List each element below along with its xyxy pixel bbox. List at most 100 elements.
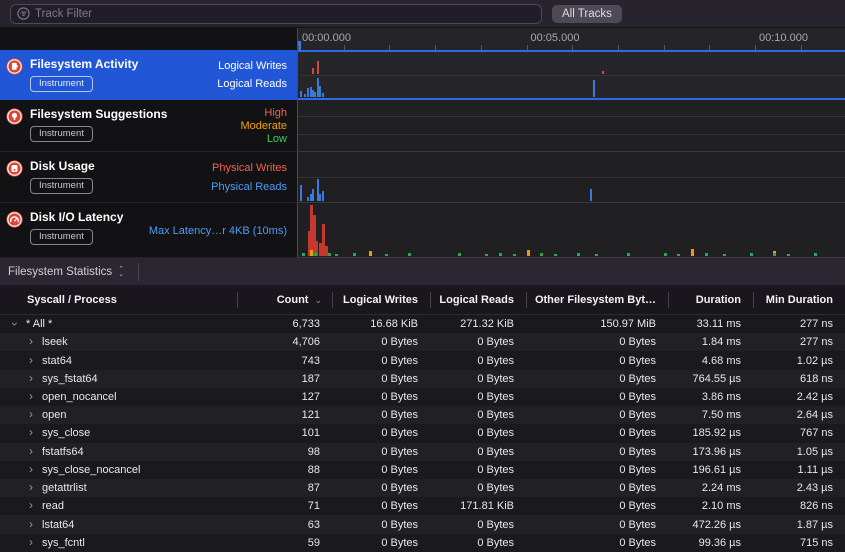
disclosure-collapsed-icon[interactable]: ›	[26, 408, 36, 421]
track-lane[interactable]	[298, 50, 845, 100]
spike	[677, 254, 680, 256]
table-row[interactable]: › sys_close_nocancel880 Bytes0 Bytes0 By…	[0, 461, 845, 479]
spike	[335, 254, 338, 256]
timeline-ruler[interactable]: 00:00.00000:05.00000:10.000	[298, 28, 845, 50]
syscall-name: read	[36, 500, 64, 512]
cell-min-duration: 618 ns	[753, 373, 845, 385]
track-title: Disk I/O Latency	[30, 210, 149, 224]
cell-logical-reads: 0 Bytes	[430, 464, 526, 476]
spike	[385, 254, 388, 256]
syscall-name: sys_fcntl	[36, 537, 85, 549]
column-header-duration[interactable]: Duration	[668, 292, 753, 308]
column-header-logical-writes[interactable]: Logical Writes	[332, 292, 430, 308]
cell-min-duration: 826 ns	[753, 500, 845, 512]
track-header-disk-usage[interactable]: Disk UsageInstrumentPhysical WritesPhysi…	[0, 152, 298, 203]
spike	[499, 253, 502, 256]
table-row[interactable]: › sys_fcntl590 Bytes0 Bytes0 Bytes99.36 …	[0, 534, 845, 552]
cell-duration: 1.84 ms	[668, 336, 753, 348]
cell-duration: 2.24 ms	[668, 482, 753, 494]
table-row[interactable]: › lseek4,7060 Bytes0 Bytes0 Bytes1.84 ms…	[0, 333, 845, 351]
spike	[300, 91, 302, 97]
disclosure-collapsed-icon[interactable]: ›	[26, 335, 36, 348]
spike	[304, 94, 306, 97]
table-row[interactable]: › sys_close1010 Bytes0 Bytes0 Bytes185.9…	[0, 424, 845, 442]
column-header-other-filesystem-byt-[interactable]: Other Filesystem Byt…	[526, 292, 668, 308]
series-label: Max Latency…r 4KB (10ms)	[149, 225, 287, 237]
track-subrow	[298, 152, 845, 178]
cell-logical-reads: 0 Bytes	[430, 519, 526, 531]
track-header-filesystem-suggestions[interactable]: Filesystem SuggestionsInstrumentHighMode…	[0, 100, 298, 152]
series-labels: HighModerateLow	[241, 107, 287, 151]
cell-other-bytes: 0 Bytes	[526, 519, 668, 531]
track-title: Filesystem Suggestions	[30, 107, 241, 121]
cell-other-bytes: 0 Bytes	[526, 537, 668, 549]
cell-logical-reads: 0 Bytes	[430, 482, 526, 494]
cell-logical-reads: 0 Bytes	[430, 373, 526, 385]
cell-logical-reads: 0 Bytes	[430, 336, 526, 348]
table-row[interactable]: › open1210 Bytes0 Bytes0 Bytes7.50 ms2.6…	[0, 406, 845, 424]
cell-logical-reads: 0 Bytes	[430, 409, 526, 421]
disclosure-collapsed-icon[interactable]: ›	[26, 354, 36, 367]
disclosure-collapsed-icon[interactable]: ›	[26, 390, 36, 403]
disclosure-collapsed-icon[interactable]: ›	[26, 481, 36, 494]
track-subrow	[298, 178, 845, 203]
disclosure-collapsed-icon[interactable]: ›	[26, 426, 36, 439]
disclosure-collapsed-icon[interactable]: ›	[26, 499, 36, 512]
table-row[interactable]: › sys_fstat641870 Bytes0 Bytes0 Bytes764…	[0, 370, 845, 388]
track-header-disk-io-latency[interactable]: Disk I/O LatencyInstrumentMax Latency…r …	[0, 203, 298, 258]
track-filter-field[interactable]	[10, 4, 542, 24]
table-row[interactable]: › * All *6,73316.68 KiB271.32 KiB150.97 …	[0, 315, 845, 333]
cell-logical-reads: 171.81 KiB	[430, 500, 526, 512]
track-filter-input[interactable]	[35, 8, 535, 20]
spike	[314, 253, 317, 256]
track-list: Filesystem ActivityInstrumentLogical Wri…	[0, 50, 845, 258]
cell-min-duration: 1.11 µs	[753, 464, 845, 476]
column-header-min-duration[interactable]: Min Duration	[753, 292, 845, 308]
column-header-logical-reads[interactable]: Logical Reads	[430, 292, 526, 308]
spike	[590, 189, 592, 201]
filesystem-activity-icon	[6, 58, 23, 80]
track-header-filesystem-activity[interactable]: Filesystem ActivityInstrumentLogical Wri…	[0, 50, 298, 100]
cell-logical-writes: 0 Bytes	[332, 464, 430, 476]
cell-other-bytes: 0 Bytes	[526, 427, 668, 439]
cell-min-duration: 715 ns	[753, 537, 845, 549]
cell-logical-reads: 0 Bytes	[430, 427, 526, 439]
cell-duration: 472.26 µs	[668, 519, 753, 531]
spike	[540, 253, 543, 256]
track-subrow	[298, 117, 845, 134]
table-row[interactable]: › open_nocancel1270 Bytes0 Bytes0 Bytes3…	[0, 388, 845, 406]
disclosure-collapsed-icon[interactable]: ›	[26, 463, 36, 476]
table-row[interactable]: › lstat64630 Bytes0 Bytes0 Bytes472.26 µ…	[0, 515, 845, 533]
cell-logical-writes: 16.68 KiB	[332, 318, 430, 330]
timeline-area: 00:00.00000:05.00000:10.000 Filesystem A…	[0, 28, 845, 258]
disclosure-expanded-icon[interactable]: ›	[8, 319, 22, 329]
track-lane[interactable]	[298, 203, 845, 258]
spike	[312, 68, 314, 74]
all-tracks-button[interactable]: All Tracks	[552, 5, 622, 23]
table-header: Syscall / ProcessCount⌄Logical WritesLog…	[0, 286, 845, 315]
toolbar: All Tracks	[0, 0, 845, 28]
cell-other-bytes: 0 Bytes	[526, 355, 668, 367]
column-header-syscall-process[interactable]: Syscall / Process	[0, 292, 237, 308]
disclosure-collapsed-icon[interactable]: ›	[26, 372, 36, 385]
table-row[interactable]: › stat647430 Bytes0 Bytes0 Bytes4.68 ms1…	[0, 351, 845, 369]
track-row: Disk I/O LatencyInstrumentMax Latency…r …	[0, 203, 845, 258]
disclosure-collapsed-icon[interactable]: ›	[26, 518, 36, 531]
cell-other-bytes: 0 Bytes	[526, 446, 668, 458]
cell-min-duration: 1.05 µs	[753, 446, 845, 458]
track-subrow	[298, 135, 845, 151]
table-row[interactable]: › read710 Bytes171.81 KiB0 Bytes2.10 ms8…	[0, 497, 845, 515]
disclosure-collapsed-icon[interactable]: ›	[26, 445, 36, 458]
spike	[664, 253, 667, 256]
disclosure-collapsed-icon[interactable]: ›	[26, 536, 36, 549]
spike	[513, 254, 516, 256]
series-label: Low	[241, 133, 287, 145]
track-lane[interactable]	[298, 100, 845, 152]
table-row[interactable]: › getattrlist870 Bytes0 Bytes0 Bytes2.24…	[0, 479, 845, 497]
track-lane[interactable]	[298, 152, 845, 203]
detail-view-selector[interactable]: Filesystem Statistics ⌃⌄	[8, 263, 139, 281]
sort-descending-icon: ⌄	[314, 295, 322, 306]
column-header-count[interactable]: Count⌄	[237, 292, 332, 308]
cell-logical-writes: 0 Bytes	[332, 519, 430, 531]
table-row[interactable]: › fstatfs64980 Bytes0 Bytes0 Bytes173.96…	[0, 443, 845, 461]
